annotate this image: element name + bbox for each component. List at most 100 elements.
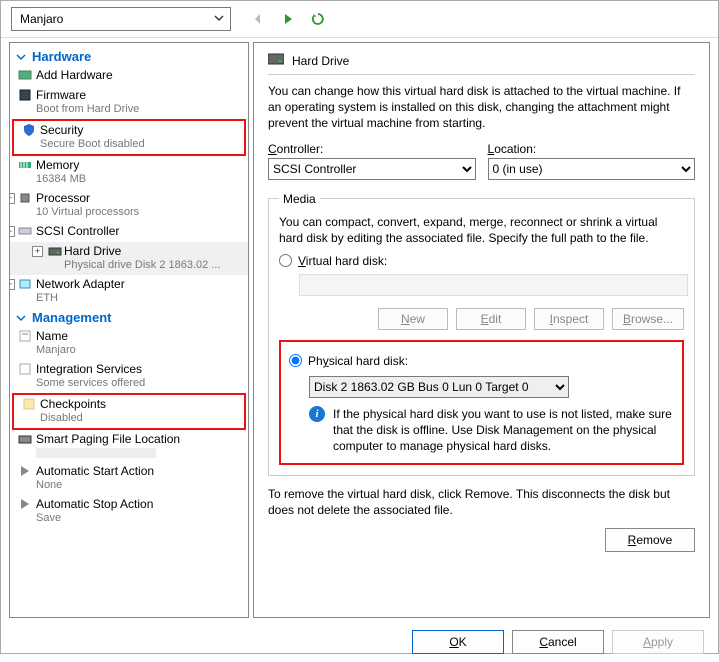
panel-title: Hard Drive <box>292 54 349 68</box>
remove-button[interactable]: Remove <box>605 528 695 552</box>
inspect-button: Inspect <box>534 308 604 330</box>
sidebar-item-checkpoints[interactable]: Checkpoints Disabled <box>12 393 246 430</box>
item-label: Smart Paging File Location <box>36 432 248 446</box>
item-label: Automatic Start Action <box>36 464 248 478</box>
sidebar-item-autostop[interactable]: Automatic Stop Action Save <box>10 495 248 528</box>
media-group: Media You can compact, convert, expand, … <box>268 192 695 476</box>
autostart-icon <box>18 464 32 478</box>
memory-icon <box>18 158 32 172</box>
expand-icon[interactable]: + <box>9 193 15 204</box>
ok-button[interactable]: OK <box>412 630 504 654</box>
media-text: You can compact, convert, expand, merge,… <box>279 214 684 246</box>
expand-icon[interactable]: + <box>9 279 15 290</box>
prev-button[interactable] <box>249 10 267 28</box>
item-sub: Physical drive Disk 2 1863.02 ... <box>64 258 248 271</box>
sidebar-item-network[interactable]: + Network Adapter ETH <box>10 275 248 308</box>
vhd-radio[interactable] <box>279 254 292 267</box>
collapse-icon <box>16 313 26 323</box>
hdd-icon <box>48 244 62 258</box>
collapse-icon <box>16 52 26 62</box>
item-label: Hard Drive <box>64 244 248 258</box>
info-icon: i <box>309 406 325 422</box>
cancel-button[interactable]: Cancel <box>512 630 604 654</box>
add-hardware-icon <box>18 68 32 82</box>
location-select[interactable]: 0 (in use) <box>488 158 696 180</box>
item-label: Add Hardware <box>36 68 248 82</box>
sidebar-item-scsi[interactable]: − SCSI Controller <box>10 222 248 242</box>
remove-text: To remove the virtual hard disk, click R… <box>268 486 695 518</box>
physical-disk-select[interactable]: Disk 2 1863.02 GB Bus 0 Lun 0 Target 0 <box>309 376 569 398</box>
controller-select[interactable]: SCSI Controller <box>268 158 476 180</box>
item-label: Checkpoints <box>40 397 244 411</box>
sidebar-item-name[interactable]: Name Manjaro <box>10 327 248 360</box>
expand-icon[interactable]: + <box>32 246 43 257</box>
sidebar-item-processor[interactable]: + Processor 10 Virtual processors <box>10 189 248 222</box>
item-label: Processor <box>36 191 248 205</box>
new-button: New <box>378 308 448 330</box>
sidebar-item-add-hardware[interactable]: Add Hardware <box>10 66 248 86</box>
hardware-label: Hardware <box>32 49 91 64</box>
browse-button: Browse... <box>612 308 684 330</box>
scsi-icon <box>18 224 32 238</box>
vhd-label: Virtual hard disk: <box>298 254 387 268</box>
item-label: Integration Services <box>36 362 248 376</box>
item-label: SCSI Controller <box>36 224 248 238</box>
physical-radio[interactable] <box>289 354 302 367</box>
sidebar-item-autostart[interactable]: Automatic Start Action None <box>10 462 248 495</box>
media-legend: Media <box>279 192 320 206</box>
sidebar-item-paging[interactable]: Smart Paging File Location <box>10 430 248 462</box>
name-icon <box>18 329 32 343</box>
vhd-path-input <box>299 274 688 296</box>
item-sub: ETH <box>36 291 248 304</box>
settings-tree: Hardware Add Hardware Firmware Boot from… <box>9 42 249 618</box>
item-sub: Manjaro <box>36 343 248 356</box>
chevron-down-icon <box>214 12 224 26</box>
collapse-icon[interactable]: − <box>9 226 15 237</box>
apply-button: Apply <box>612 630 704 654</box>
item-label: Automatic Stop Action <box>36 497 248 511</box>
cpu-icon <box>18 191 32 205</box>
item-sub: Save <box>36 511 248 524</box>
item-sub: Boot from Hard Drive <box>36 102 248 115</box>
intro-text: You can change how this virtual hard dis… <box>268 83 695 132</box>
controller-label: Controller: <box>268 142 476 156</box>
content-panel: Hard Drive You can change how this virtu… <box>253 42 710 618</box>
refresh-button[interactable] <box>309 10 327 28</box>
sidebar-item-firmware[interactable]: Firmware Boot from Hard Drive <box>10 86 248 119</box>
firmware-icon <box>18 88 32 102</box>
toolbar: Manjaro <box>1 1 718 38</box>
vm-name: Manjaro <box>20 12 63 26</box>
checkpoint-icon <box>22 397 36 411</box>
integration-icon <box>18 362 32 376</box>
sidebar-item-security[interactable]: Security Secure Boot disabled <box>12 119 246 156</box>
start-button[interactable] <box>279 10 297 28</box>
item-sub: 10 Virtual processors <box>36 205 248 218</box>
shield-icon <box>22 123 36 137</box>
item-sub: 16384 MB <box>36 172 248 185</box>
item-label: Network Adapter <box>36 277 248 291</box>
item-label: Security <box>40 123 244 137</box>
item-sub: Some services offered <box>36 376 248 389</box>
edit-button: Edit <box>456 308 526 330</box>
item-sub: Disabled <box>40 411 244 424</box>
autostop-icon <box>18 497 32 511</box>
vm-selector[interactable]: Manjaro <box>11 7 231 31</box>
item-label: Memory <box>36 158 248 172</box>
paging-icon <box>18 432 32 446</box>
item-sub-redacted <box>36 448 156 458</box>
location-label: Location: <box>488 142 696 156</box>
physical-info-text: If the physical hard disk you want to us… <box>333 406 674 455</box>
sidebar-item-memory[interactable]: Memory 16384 MB <box>10 156 248 189</box>
sidebar-item-integration[interactable]: Integration Services Some services offer… <box>10 360 248 393</box>
item-sub: None <box>36 478 248 491</box>
item-sub: Secure Boot disabled <box>40 137 244 150</box>
item-label: Firmware <box>36 88 248 102</box>
nic-icon <box>18 277 32 291</box>
sidebar-item-hard-drive[interactable]: + Hard Drive Physical drive Disk 2 1863.… <box>10 242 248 275</box>
hardware-group-header[interactable]: Hardware <box>10 47 248 66</box>
dialog-footer: OK Cancel Apply <box>1 622 718 662</box>
hdd-icon <box>268 53 284 68</box>
item-label: Name <box>36 329 248 343</box>
management-group-header[interactable]: Management <box>10 308 248 327</box>
management-label: Management <box>32 310 111 325</box>
